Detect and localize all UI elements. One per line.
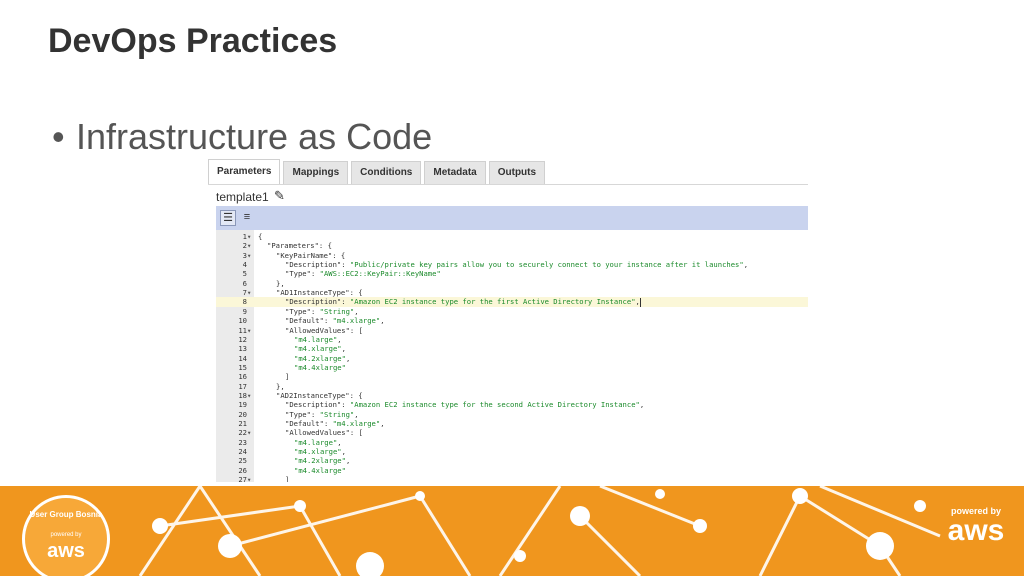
code-token: "KeyPairName": { <box>276 250 346 260</box>
code-token: "Type": <box>285 409 320 419</box>
code-token: , <box>337 437 342 447</box>
string-token: "m4.large" <box>294 334 338 344</box>
code-token: , <box>337 334 342 344</box>
code-token: }, <box>276 278 285 288</box>
code-token: , <box>341 447 346 457</box>
string-token: "m4.4xlarge" <box>294 362 346 372</box>
line-number: 27 <box>238 475 247 482</box>
code-token: { <box>258 232 263 241</box>
footer-banner: User Group Bosnia powered by aws powered… <box>0 486 1024 576</box>
code-token: "AD2InstanceType": { <box>276 390 363 400</box>
string-token: "String" <box>319 409 355 419</box>
code-token: , <box>743 260 749 270</box>
tab-mappings[interactable]: Mappings <box>283 161 349 184</box>
user-group-badge: User Group Bosnia powered by aws <box>22 495 110 576</box>
code-token: , <box>354 306 359 316</box>
string-token: "m4.large" <box>294 437 338 447</box>
format-icon[interactable]: ☰ <box>220 210 236 226</box>
fold-toggle-icon[interactable]: ▾ <box>247 475 255 482</box>
tab-metadata[interactable]: Metadata <box>424 161 486 184</box>
string-token: "Amazon EC2 instance type for the first … <box>349 297 636 307</box>
string-token: "AWS::EC2::KeyPair::KeyName" <box>319 269 441 279</box>
pencil-icon[interactable]: ✎ <box>274 188 285 204</box>
code-token: , <box>639 400 645 410</box>
string-token: "Amazon EC2 instance type for the second… <box>349 400 640 410</box>
tab-outputs[interactable]: Outputs <box>488 161 546 184</box>
code-token: "Description": <box>285 260 350 270</box>
template-editor: Parameters Mappings Conditions Metadata Outp… <box>208 158 808 482</box>
code-token: , <box>345 353 351 363</box>
code-token: , <box>345 456 351 466</box>
code-token: "Description": <box>285 297 350 307</box>
string-token: "m4.xlarge" <box>294 344 342 354</box>
code-token: "Parameters": { <box>267 241 332 251</box>
code-token: , <box>380 419 385 428</box>
string-token: "m4.xlarge" <box>332 419 381 428</box>
badge-group-name: User Group Bosnia <box>29 510 103 519</box>
bullet-text: Infrastructure as Code <box>76 116 433 157</box>
code-token: "Default": <box>285 316 333 326</box>
slide-title: DevOps Practices <box>48 22 338 60</box>
aws-logo-text: aws <box>947 514 1005 547</box>
code-token: "AllowedValues": [ <box>285 428 363 438</box>
bullet-item: • Infrastructure as Code <box>52 116 433 157</box>
string-token: "m4.xlarge" <box>294 447 342 457</box>
code-token: "Type": <box>285 269 320 279</box>
template-name: template1 <box>216 190 269 204</box>
code-area[interactable]: 1▾{2▾ "Parameters": {3▾ "KeyPairName": {4 "… <box>216 230 808 482</box>
code-token: , <box>354 409 359 419</box>
code-line[interactable]: 27▾] <box>216 475 808 482</box>
string-token: "m4.xlarge" <box>332 316 381 326</box>
code-token: "Type": <box>285 306 320 316</box>
badge-powered-by: powered by <box>50 532 82 538</box>
code-token: ] <box>285 475 290 482</box>
code-token: }, <box>276 381 285 391</box>
string-token: "String" <box>319 306 355 316</box>
code-token: "AllowedValues": [ <box>285 325 363 335</box>
text-cursor <box>639 297 641 307</box>
string-token: "m4.2xlarge" <box>294 456 346 466</box>
code-token: "Description": <box>285 400 350 410</box>
code-text: ] <box>285 475 289 482</box>
code-token: , <box>341 344 346 354</box>
string-token: "Public/private key pairs allow you to s… <box>349 260 744 270</box>
code-token: ] <box>285 372 290 382</box>
powered-by-aws-logo: powered by aws <box>944 506 1008 546</box>
string-token: "m4.2xlarge" <box>294 353 346 363</box>
string-token: "m4.4xlarge" <box>294 465 346 475</box>
editor-toolbar: ☰ ≡ <box>216 206 808 230</box>
outline-icon[interactable]: ≡ <box>240 210 254 224</box>
tab-parameters[interactable]: Parameters <box>208 159 281 184</box>
tab-conditions[interactable]: Conditions <box>351 161 422 184</box>
code-token: , <box>380 316 385 326</box>
tab-bar: Parameters Mappings Conditions Metadata Outp… <box>208 158 808 185</box>
code-token: "AD1InstanceType": { <box>276 288 363 298</box>
badge-aws-logo: aws <box>47 540 85 562</box>
code-token: "Default": <box>285 419 333 428</box>
network-graphic <box>138 486 941 576</box>
